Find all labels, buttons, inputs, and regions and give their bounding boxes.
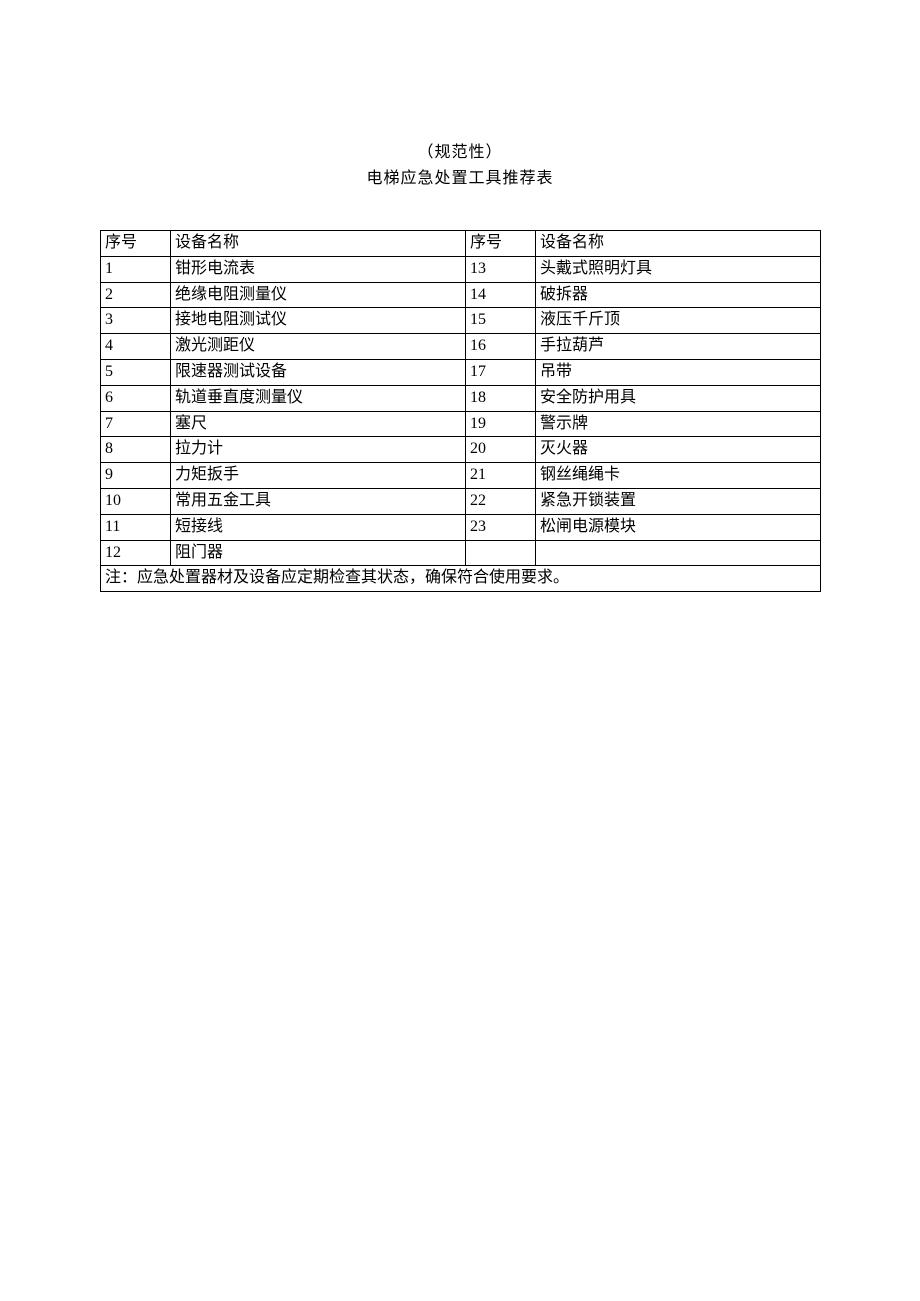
cell-seq1: 10	[101, 488, 171, 514]
cell-seq1: 1	[101, 256, 171, 282]
cell-name2: 紧急开锁装置	[536, 488, 821, 514]
cell-name2: 头戴式照明灯具	[536, 256, 821, 282]
cell-seq2: 14	[466, 282, 536, 308]
col-header-name2: 设备名称	[536, 231, 821, 257]
cell-seq2: 20	[466, 437, 536, 463]
cell-name1: 短接线	[171, 514, 466, 540]
cell-name2: 灭火器	[536, 437, 821, 463]
cell-seq2: 18	[466, 385, 536, 411]
col-header-seq2: 序号	[466, 231, 536, 257]
cell-seq1: 4	[101, 334, 171, 360]
cell-seq2: 22	[466, 488, 536, 514]
table-footnote: 注：应急处置器材及设备应定期检查其状态，确保符合使用要求。	[101, 566, 821, 592]
cell-name2: 吊带	[536, 359, 821, 385]
table-row: 4激光测距仪16手拉葫芦	[101, 334, 821, 360]
cell-seq2: 15	[466, 308, 536, 334]
table-row: 11短接线23松闸电源模块	[101, 514, 821, 540]
cell-seq1: 12	[101, 540, 171, 566]
table-header-row: 序号 设备名称 序号 设备名称	[101, 231, 821, 257]
cell-seq2: 13	[466, 256, 536, 282]
cell-name2	[536, 540, 821, 566]
cell-name2: 安全防护用具	[536, 385, 821, 411]
cell-name1: 力矩扳手	[171, 463, 466, 489]
cell-seq1: 5	[101, 359, 171, 385]
cell-seq2: 17	[466, 359, 536, 385]
cell-name1: 接地电阻测试仪	[171, 308, 466, 334]
equipment-table: 序号 设备名称 序号 设备名称 1钳形电流表13头戴式照明灯具2绝缘电阻测量仪1…	[100, 230, 821, 592]
cell-seq1: 9	[101, 463, 171, 489]
page-header: （规范性） 电梯应急处置工具推荐表	[0, 140, 920, 192]
cell-name2: 破拆器	[536, 282, 821, 308]
cell-name1: 绝缘电阻测量仪	[171, 282, 466, 308]
cell-name1: 限速器测试设备	[171, 359, 466, 385]
table-container: 序号 设备名称 序号 设备名称 1钳形电流表13头戴式照明灯具2绝缘电阻测量仪1…	[100, 230, 820, 592]
cell-seq2	[466, 540, 536, 566]
table-row: 10常用五金工具22紧急开锁装置	[101, 488, 821, 514]
cell-seq1: 3	[101, 308, 171, 334]
table-row: 7塞尺19警示牌	[101, 411, 821, 437]
table-row: 8拉力计20灭火器	[101, 437, 821, 463]
cell-name1: 阻门器	[171, 540, 466, 566]
cell-name1: 常用五金工具	[171, 488, 466, 514]
table-footnote-row: 注：应急处置器材及设备应定期检查其状态，确保符合使用要求。	[101, 566, 821, 592]
col-header-name1: 设备名称	[171, 231, 466, 257]
cell-seq2: 21	[466, 463, 536, 489]
cell-name1: 塞尺	[171, 411, 466, 437]
cell-name1: 激光测距仪	[171, 334, 466, 360]
table-row: 9力矩扳手21钢丝绳绳卡	[101, 463, 821, 489]
table-row: 5限速器测试设备17吊带	[101, 359, 821, 385]
header-subtitle: （规范性）	[0, 140, 920, 166]
cell-seq1: 8	[101, 437, 171, 463]
table-row: 12阻门器	[101, 540, 821, 566]
cell-name2: 警示牌	[536, 411, 821, 437]
table-row: 3接地电阻测试仪15液压千斤顶	[101, 308, 821, 334]
cell-seq2: 19	[466, 411, 536, 437]
cell-seq1: 7	[101, 411, 171, 437]
table-row: 6轨道垂直度测量仪18安全防护用具	[101, 385, 821, 411]
cell-seq1: 2	[101, 282, 171, 308]
col-header-seq1: 序号	[101, 231, 171, 257]
cell-seq2: 23	[466, 514, 536, 540]
cell-name2: 液压千斤顶	[536, 308, 821, 334]
cell-name2: 手拉葫芦	[536, 334, 821, 360]
table-row: 1钳形电流表13头戴式照明灯具	[101, 256, 821, 282]
cell-seq2: 16	[466, 334, 536, 360]
table-row: 2绝缘电阻测量仪14破拆器	[101, 282, 821, 308]
cell-name1: 拉力计	[171, 437, 466, 463]
header-title: 电梯应急处置工具推荐表	[0, 166, 920, 192]
cell-name2: 松闸电源模块	[536, 514, 821, 540]
cell-seq1: 6	[101, 385, 171, 411]
cell-seq1: 11	[101, 514, 171, 540]
cell-name1: 轨道垂直度测量仪	[171, 385, 466, 411]
cell-name2: 钢丝绳绳卡	[536, 463, 821, 489]
cell-name1: 钳形电流表	[171, 256, 466, 282]
